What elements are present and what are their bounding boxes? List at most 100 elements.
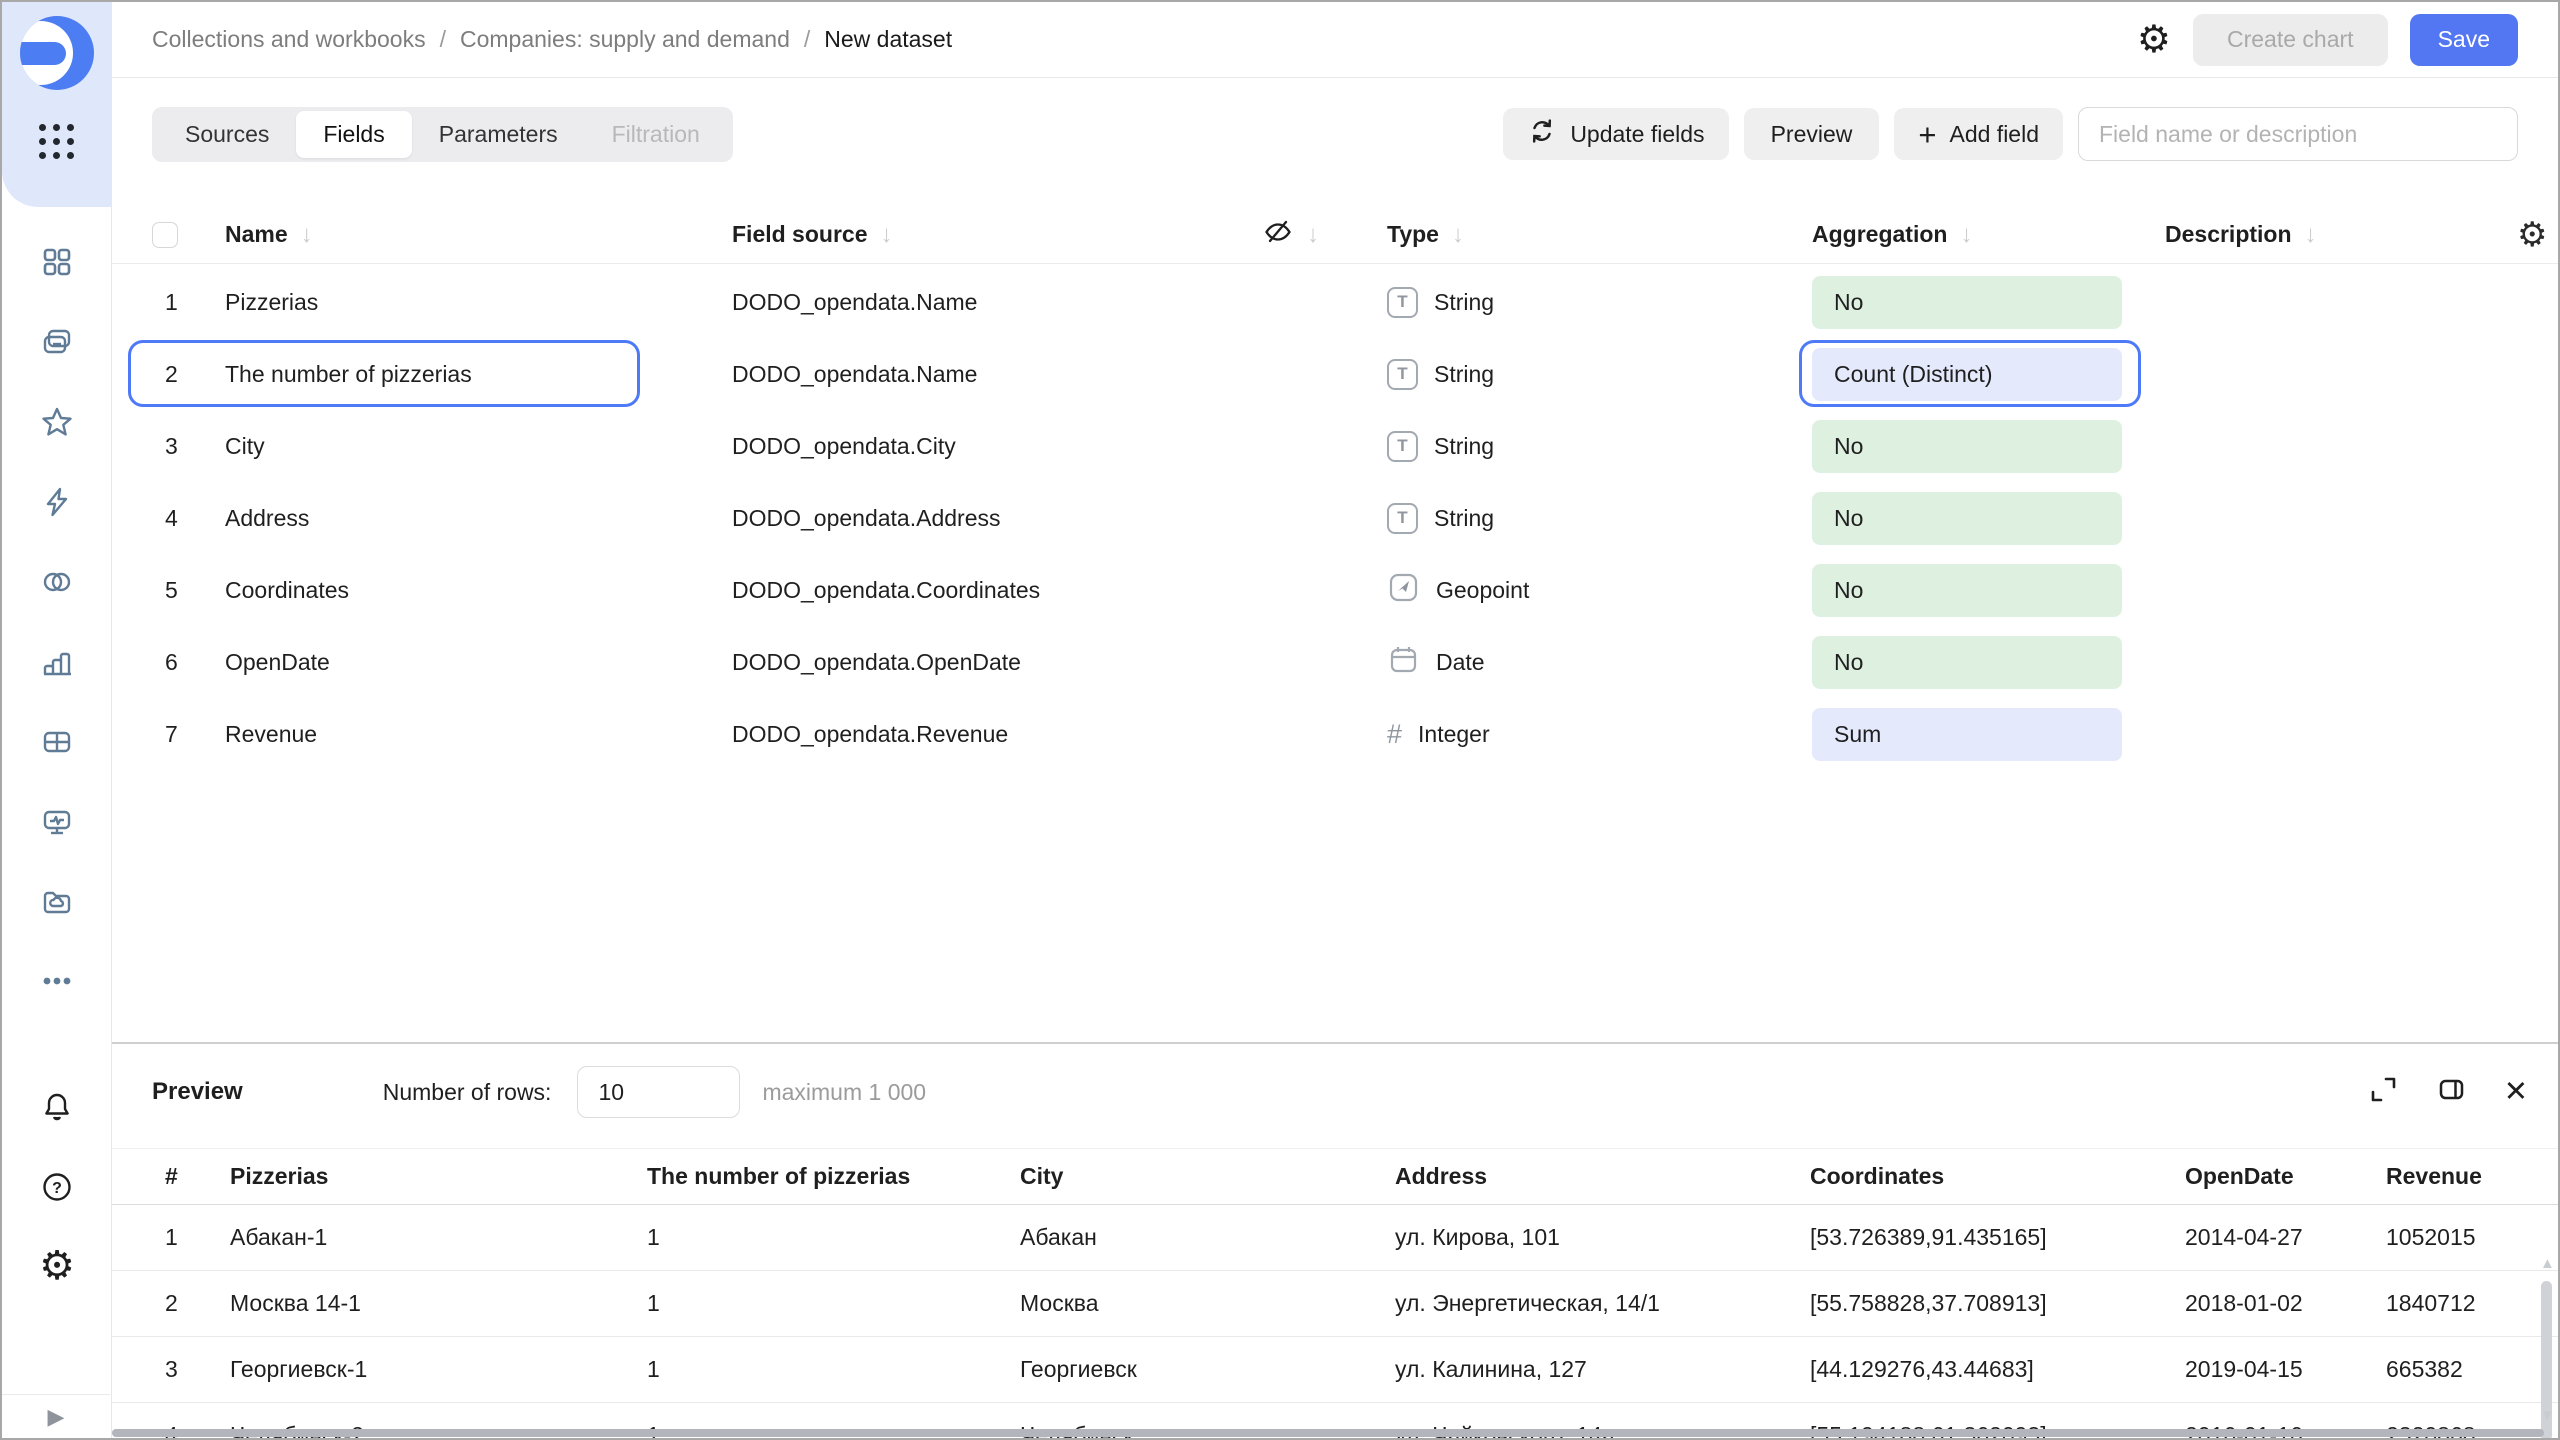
- breadcrumb-collections[interactable]: Collections and workbooks: [152, 26, 426, 53]
- field-source-cell[interactable]: DODO_opendata.City: [732, 433, 1252, 460]
- select-all-checkbox[interactable]: [152, 222, 178, 248]
- field-type-cell[interactable]: T String: [1387, 503, 1812, 534]
- app-window: ? ⚙ ▶ Collections and workbooks / Compan…: [0, 0, 2560, 1440]
- field-name-cell[interactable]: The number of pizzerias: [225, 361, 732, 388]
- sidebar-item-collections[interactable]: [2, 325, 112, 364]
- sidebar-item-monitoring[interactable]: [2, 805, 112, 844]
- tab-parameters[interactable]: Parameters: [412, 111, 585, 158]
- add-field-button[interactable]: + Add field: [1894, 108, 2063, 160]
- gear-icon: ⚙: [2137, 21, 2171, 59]
- sidebar-item-editor[interactable]: [2, 485, 112, 524]
- table-icon: [40, 725, 74, 764]
- aggregation-select[interactable]: No: [1812, 564, 2122, 617]
- tab-fields[interactable]: Fields: [296, 111, 411, 158]
- save-button[interactable]: Save: [2410, 14, 2518, 66]
- aggregation-select[interactable]: No: [1812, 276, 2122, 329]
- table-row[interactable]: 5 Coordinates DODO_opendata.Coordinates …: [112, 554, 2558, 626]
- field-name-cell[interactable]: Revenue: [225, 721, 732, 748]
- preview-panel: Preview Number of rows: maximum 1 000 ✕: [112, 1042, 2558, 1438]
- table-row[interactable]: 3 City DODO_opendata.City T String No: [112, 410, 2558, 482]
- notifications-button[interactable]: [2, 1090, 112, 1129]
- field-type-icon: [1387, 571, 1420, 610]
- sort-arrow-icon[interactable]: ↓: [1452, 221, 1464, 249]
- apps-grid-icon[interactable]: [39, 124, 74, 159]
- sidebar-item-storage[interactable]: [2, 885, 112, 924]
- field-name-cell[interactable]: City: [225, 433, 732, 460]
- sort-arrow-icon[interactable]: ↓: [2305, 221, 2317, 249]
- expand-preview-button[interactable]: [2368, 1074, 2399, 1110]
- field-name-cell[interactable]: Coordinates: [225, 577, 732, 604]
- field-search-input[interactable]: [2078, 107, 2518, 161]
- table-row[interactable]: 1 Pizzerias DODO_opendata.Name T String …: [112, 266, 2558, 338]
- aggregation-select[interactable]: Count (Distinct): [1812, 348, 2122, 401]
- settings-button[interactable]: ⚙: [2, 1246, 112, 1286]
- table-row[interactable]: 2 The number of pizzerias DODO_opendata.…: [112, 338, 2558, 410]
- field-source-cell[interactable]: DODO_opendata.Address: [732, 505, 1252, 532]
- preview-vertical-scrollbar[interactable]: ▲ ▼: [2539, 1255, 2555, 1424]
- field-type-cell[interactable]: # Integer: [1387, 719, 1812, 750]
- field-type-cell[interactable]: T String: [1387, 431, 1812, 462]
- column-header-name[interactable]: Name: [225, 221, 288, 248]
- aggregation-select[interactable]: No: [1812, 636, 2122, 689]
- sidebar: ? ⚙ ▶: [2, 2, 112, 1438]
- field-type-cell[interactable]: Date: [1387, 643, 1812, 682]
- preview-horizontal-scrollbar[interactable]: [112, 1429, 2544, 1437]
- field-source-cell[interactable]: DODO_opendata.Name: [732, 289, 1252, 316]
- breadcrumb-current: New dataset: [824, 26, 952, 53]
- field-source-cell[interactable]: DODO_opendata.Name: [732, 361, 1252, 388]
- hidden-column-icon[interactable]: [1262, 216, 1294, 254]
- field-name-cell[interactable]: OpenDate: [225, 649, 732, 676]
- preview-toggle-button[interactable]: Preview: [1744, 108, 1880, 160]
- scroll-down-icon[interactable]: ▼: [2540, 1407, 2555, 1424]
- sidebar-item-connections[interactable]: [2, 565, 112, 604]
- row-number: 3: [152, 433, 225, 460]
- field-type-cell[interactable]: Geopoint: [1387, 571, 1812, 610]
- field-aggregation-cell: No: [1812, 420, 2165, 473]
- field-aggregation-cell: No: [1812, 636, 2165, 689]
- field-name-cell[interactable]: Address: [225, 505, 732, 532]
- sidebar-item-datasets[interactable]: [2, 725, 112, 764]
- aggregation-select[interactable]: No: [1812, 420, 2122, 473]
- column-header-type[interactable]: Type: [1387, 221, 1439, 248]
- question-circle-icon: ?: [40, 1170, 74, 1209]
- datalens-logo[interactable]: [20, 16, 94, 90]
- table-row[interactable]: 4 Address DODO_opendata.Address T String…: [112, 482, 2558, 554]
- scroll-up-icon[interactable]: ▲: [2540, 1255, 2555, 1272]
- field-type-cell[interactable]: T String: [1387, 359, 1812, 390]
- column-header-field-source[interactable]: Field source: [732, 221, 867, 248]
- number-of-rows-input[interactable]: [577, 1066, 740, 1118]
- sort-arrow-icon[interactable]: ↓: [1307, 221, 1319, 249]
- tab-filtration[interactable]: Filtration: [585, 111, 727, 158]
- help-button[interactable]: ?: [2, 1170, 112, 1209]
- aggregation-select[interactable]: Sum: [1812, 708, 2122, 761]
- column-header-description[interactable]: Description: [2165, 221, 2292, 248]
- field-type-cell[interactable]: T String: [1387, 287, 1812, 318]
- table-row[interactable]: 6 OpenDate DODO_opendata.OpenDate Date N…: [112, 626, 2558, 698]
- row-number: 2: [152, 361, 225, 388]
- dataset-settings-button[interactable]: ⚙: [2137, 21, 2171, 59]
- field-source-cell[interactable]: DODO_opendata.Revenue: [732, 721, 1252, 748]
- dock-preview-button[interactable]: [2436, 1074, 2467, 1110]
- breadcrumb-workbook[interactable]: Companies: supply and demand: [460, 26, 790, 53]
- update-fields-button[interactable]: Update fields: [1503, 108, 1728, 160]
- table-settings-button[interactable]: ⚙: [2507, 215, 2558, 255]
- field-source-cell[interactable]: DODO_opendata.OpenDate: [732, 649, 1252, 676]
- table-row[interactable]: 7 Revenue DODO_opendata.Revenue # Intege…: [112, 698, 2558, 770]
- column-header-aggregation[interactable]: Aggregation: [1812, 221, 1947, 248]
- field-aggregation-cell: No: [1812, 492, 2165, 545]
- close-preview-button[interactable]: ✕: [2504, 1078, 2528, 1107]
- fields-table-body: 1 Pizzerias DODO_opendata.Name T String …: [112, 266, 2558, 770]
- field-name-cell[interactable]: Pizzerias: [225, 289, 732, 316]
- create-chart-button[interactable]: Create chart: [2193, 14, 2388, 66]
- sidebar-item-favorites[interactable]: [2, 405, 112, 444]
- expand-sidebar-button[interactable]: ▶: [2, 1394, 110, 1438]
- sort-arrow-icon[interactable]: ↓: [301, 221, 313, 249]
- sidebar-item-dashboards[interactable]: [2, 245, 112, 284]
- sidebar-item-more[interactable]: [2, 974, 112, 992]
- aggregation-select[interactable]: No: [1812, 492, 2122, 545]
- tab-sources[interactable]: Sources: [158, 111, 296, 158]
- field-source-cell[interactable]: DODO_opendata.Coordinates: [732, 577, 1252, 604]
- sidebar-item-charts[interactable]: [2, 645, 112, 684]
- sort-arrow-icon[interactable]: ↓: [880, 221, 892, 249]
- sort-arrow-icon[interactable]: ↓: [1960, 221, 1972, 249]
